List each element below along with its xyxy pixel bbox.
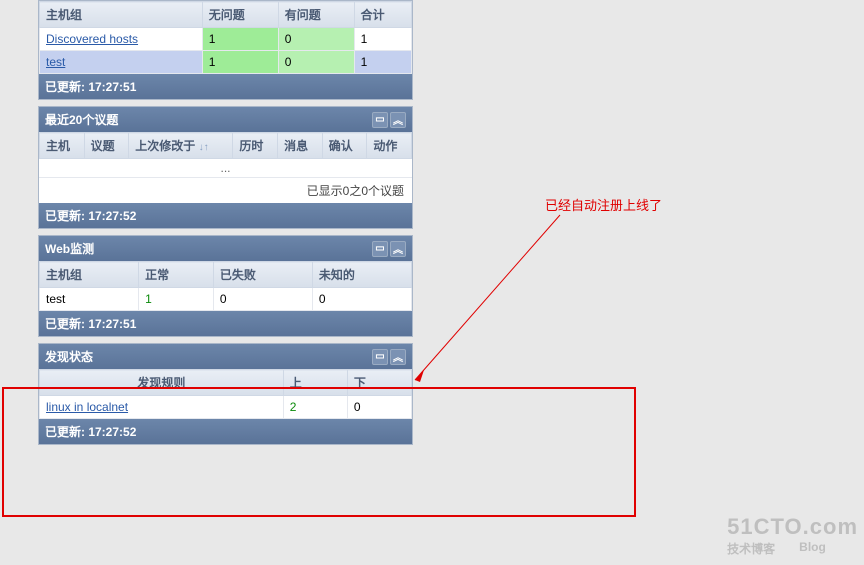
webmon-panel: Web监测 ▭ ︽ 主机组 正常 已失败 未知的 test 1 0 0 已更新:…: [38, 235, 413, 337]
col-ok: 正常: [139, 262, 214, 288]
cell-unknown: 0: [312, 288, 411, 311]
cell-group: test: [40, 288, 139, 311]
hostgroup-link-discovered[interactable]: Discovered hosts: [46, 32, 138, 46]
panel-title: 最近20个议题: [45, 111, 118, 128]
col-total: 合计: [354, 2, 411, 28]
col-issue[interactable]: 议题: [84, 133, 129, 159]
col-ack[interactable]: 确认: [322, 133, 367, 159]
col-group: 主机组: [40, 262, 139, 288]
discovery-header: 发现状态 ▭ ︽: [39, 344, 412, 369]
cell-bad: 0: [278, 28, 354, 51]
col-fail: 已失败: [213, 262, 312, 288]
collapse-icon[interactable]: ︽: [390, 112, 406, 128]
table-row: Discovered hosts 1 0 1: [40, 28, 412, 51]
col-hostgroup: 主机组: [40, 2, 203, 28]
menu-icon[interactable]: ▭: [372, 112, 388, 128]
watermark-sub2: Blog: [799, 540, 826, 557]
watermark-logo: 51CTO.com: [727, 514, 858, 540]
collapse-icon[interactable]: ︽: [390, 241, 406, 257]
annotation-text: 已经自动注册上线了: [545, 195, 662, 214]
webmon-header: Web监测 ▭ ︽: [39, 236, 412, 261]
menu-icon[interactable]: ▭: [372, 349, 388, 365]
cell-fail: 0: [213, 288, 312, 311]
updated-footer: 已更新: 17:27:51: [39, 311, 412, 336]
updated-footer: 已更新: 17:27:52: [39, 203, 412, 228]
col-lastchange[interactable]: 上次修改于 ↓↑: [129, 133, 233, 159]
col-issue: 有问题: [278, 2, 354, 28]
discovery-table: 发现规则 上 下 linux in localnet 2 0: [39, 369, 412, 419]
col-host[interactable]: 主机: [40, 133, 85, 159]
cell-ok: 1: [139, 288, 214, 311]
panel-title: Web监测: [45, 240, 94, 257]
col-action[interactable]: 动作: [367, 133, 412, 159]
col-duration[interactable]: 历时: [233, 133, 278, 159]
sort-arrow-icon: ↓↑: [199, 142, 209, 153]
cell-ok: 1: [202, 28, 278, 51]
panel-title: 发现状态: [45, 348, 93, 365]
updated-footer: 已更新: 17:27:52: [39, 419, 412, 444]
watermark: 51CTO.com 技术博客 Blog: [727, 514, 858, 557]
col-rule: 发现规则: [40, 370, 284, 396]
shown-count: 已显示0之0个议题: [39, 177, 412, 203]
issues-header: 最近20个议题 ▭ ︽: [39, 107, 412, 132]
hostgroup-panel: 主机组 无问题 有问题 合计 Discovered hosts 1 0 1 te…: [38, 0, 413, 100]
collapse-icon[interactable]: ︽: [390, 349, 406, 365]
cell-up: 2: [283, 396, 347, 419]
col-msg[interactable]: 消息: [278, 133, 323, 159]
hostgroup-link-test[interactable]: test: [46, 55, 65, 69]
table-row: linux in localnet 2 0: [40, 396, 412, 419]
table-row: test 1 0 1: [40, 51, 412, 74]
ellipsis: ...: [39, 159, 412, 177]
cell-total: 1: [354, 28, 411, 51]
updated-footer: 已更新: 17:27:51: [39, 74, 412, 99]
col-down: 下: [347, 370, 411, 396]
cell-ok: 1: [202, 51, 278, 74]
discovery-panel: 发现状态 ▭ ︽ 发现规则 上 下 linux in localnet 2 0 …: [38, 343, 413, 445]
arrow-icon: [410, 210, 630, 410]
cell-total: 1: [354, 51, 411, 74]
discovery-rule-link[interactable]: linux in localnet: [46, 400, 128, 414]
menu-icon[interactable]: ▭: [372, 241, 388, 257]
cell-bad: 0: [278, 51, 354, 74]
col-unknown: 未知的: [312, 262, 411, 288]
cell-down: 0: [347, 396, 411, 419]
issues-panel: 最近20个议题 ▭ ︽ 主机 议题 上次修改于 ↓↑ 历时 消息 确认 动作 .…: [38, 106, 413, 229]
watermark-sub1: 技术博客: [727, 540, 775, 557]
webmon-table: 主机组 正常 已失败 未知的 test 1 0 0: [39, 261, 412, 311]
issues-table: 主机 议题 上次修改于 ↓↑ 历时 消息 确认 动作: [39, 132, 412, 159]
table-row: test 1 0 0: [40, 288, 412, 311]
col-up: 上: [283, 370, 347, 396]
col-noissue: 无问题: [202, 2, 278, 28]
hostgroup-table: 主机组 无问题 有问题 合计 Discovered hosts 1 0 1 te…: [39, 1, 412, 74]
